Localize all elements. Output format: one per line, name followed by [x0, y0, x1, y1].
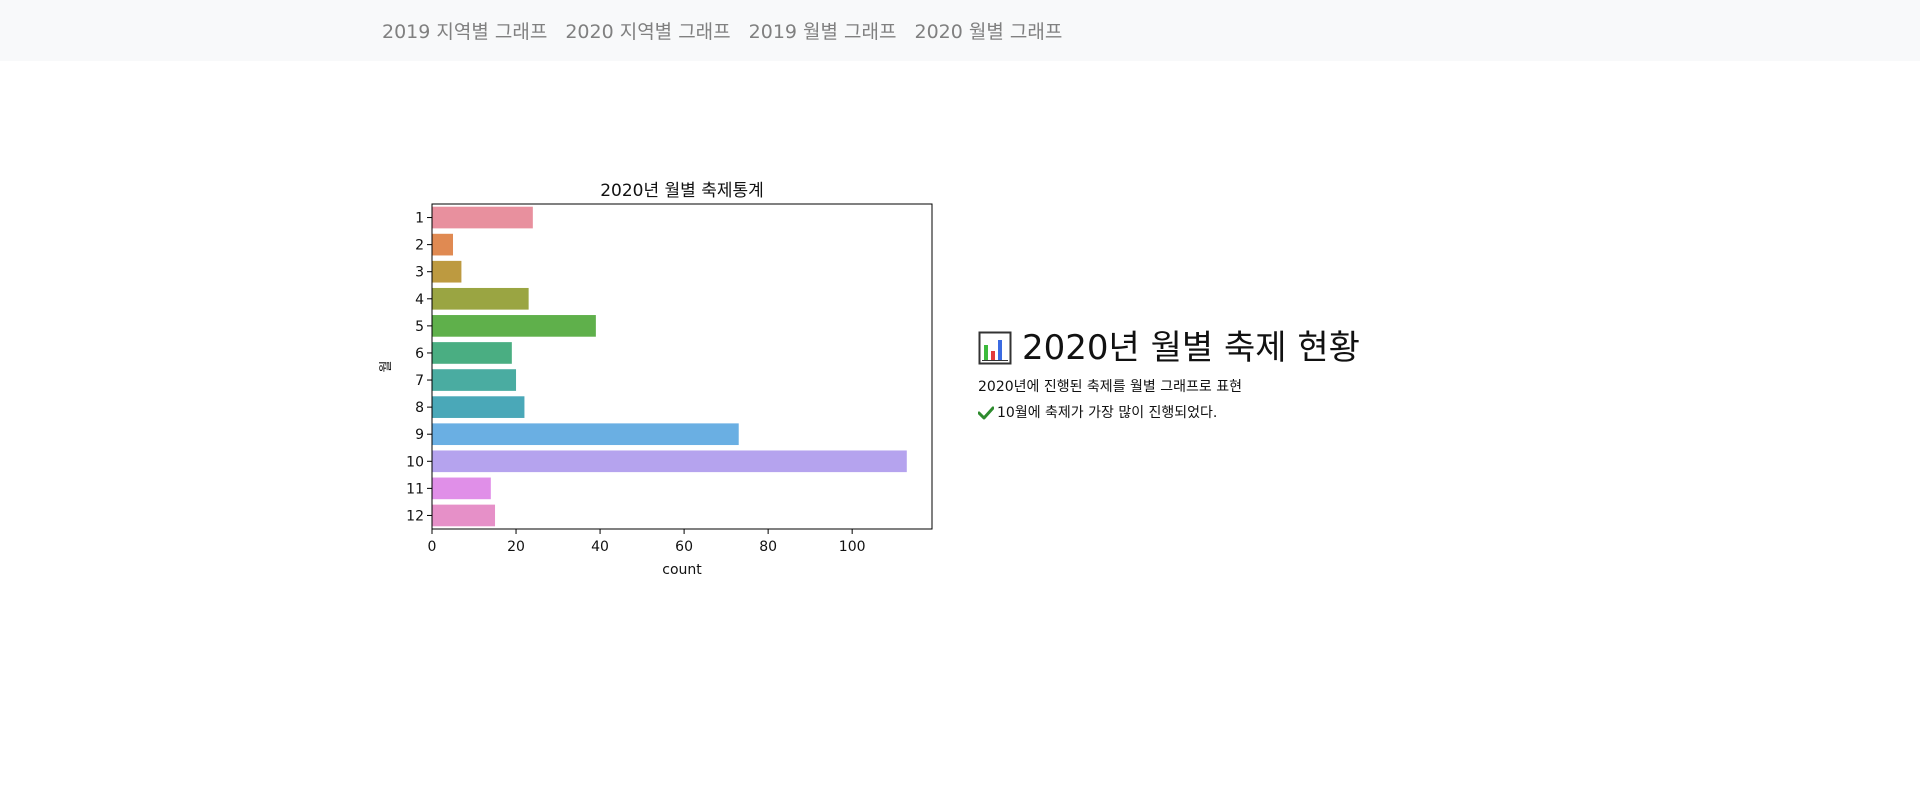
plot-frame: [431, 203, 933, 530]
y-tick-label-10: 10: [406, 454, 424, 470]
y-tick-label-11: 11: [406, 481, 424, 497]
bar-month-3: [432, 260, 462, 283]
x-tick-label-20: 20: [507, 539, 525, 555]
nav-link-2020-monthly[interactable]: 2020 월별 그래프: [915, 17, 1063, 44]
chart-svg: 2020년 월별 축제통계1234567891011120 20 40 60 80 100…: [379, 181, 933, 578]
info-panel: 2020년 월별 축제 현황 2020년에 진행된 축제를 월별 그래프로 표현…: [977, 325, 1498, 423]
x-tick-label-100: 100: [839, 539, 866, 555]
info-title-row: 2020년 월별 축제 현황: [978, 325, 1498, 371]
info-title: 2020년 월별 축제 현황: [1022, 328, 1360, 368]
bar-month-5: [432, 315, 596, 337]
chart-title: 2020년 월별 축제통계: [600, 181, 764, 201]
nav-link-2019-region[interactable]: 2019 지역별 그래프: [382, 17, 547, 44]
bar-month-2: [432, 233, 454, 256]
bar-month-6: [432, 342, 512, 364]
top-navbar: 2019 지역별 그래프 2020 지역별 그래프 2019 월별 그래프 20…: [0, 0, 1920, 61]
bar-month-7: [432, 369, 517, 391]
x-axis-label: count: [662, 562, 702, 578]
y-tick-label-9: 9: [415, 427, 424, 443]
bar-chart-icon: [978, 331, 1012, 365]
bar-month-11: [432, 477, 491, 500]
info-highlight-row: 10월에 축제가 가장 많이 진행되었다.: [977, 403, 1498, 423]
y-tick-label-2: 2: [415, 238, 424, 254]
nav-link-2019-monthly[interactable]: 2019 월별 그래프: [749, 17, 897, 44]
bar-month-8: [432, 396, 525, 418]
y-tick-label-4: 4: [415, 292, 424, 308]
x-tick-label-0: 0: [428, 539, 437, 555]
bar-month-12: [432, 504, 496, 527]
check-icon: [977, 406, 995, 420]
info-description: 2020년에 진행된 축제를 월별 그래프로 표현: [978, 379, 1242, 395]
bar-month-1: [432, 206, 533, 229]
bar-month-9: [432, 423, 739, 446]
nav-link-2020-region[interactable]: 2020 지역별 그래프: [565, 17, 730, 44]
y-tick-label-5: 5: [415, 319, 424, 335]
y-tick-label-3: 3: [415, 265, 424, 281]
y-axis-label: 월: [379, 361, 394, 373]
y-tick-label-7: 7: [415, 373, 424, 389]
x-tick-label-60: 60: [675, 539, 693, 555]
y-tick-label-6: 6: [415, 346, 424, 362]
bar-month-4: [432, 287, 529, 310]
nav-links: 2019 지역별 그래프 2020 지역별 그래프 2019 월별 그래프 20…: [382, 17, 1062, 44]
y-tick-label-8: 8: [415, 400, 424, 416]
y-tick-label-1: 1: [415, 211, 424, 227]
monthly-festival-chart: 2020년 월별 축제통계 1 2 3 4 5 6 7 8 9 10 11 12 0 20 40 60 80 100…: [372, 172, 952, 592]
bar-month-10: [432, 450, 907, 473]
x-tick-label-40: 40: [591, 539, 609, 555]
info-highlight: 10월에 축제가 가장 많이 진행되었다.: [997, 405, 1218, 421]
x-tick-label-80: 80: [759, 539, 777, 555]
y-tick-label-12: 12: [406, 508, 424, 524]
